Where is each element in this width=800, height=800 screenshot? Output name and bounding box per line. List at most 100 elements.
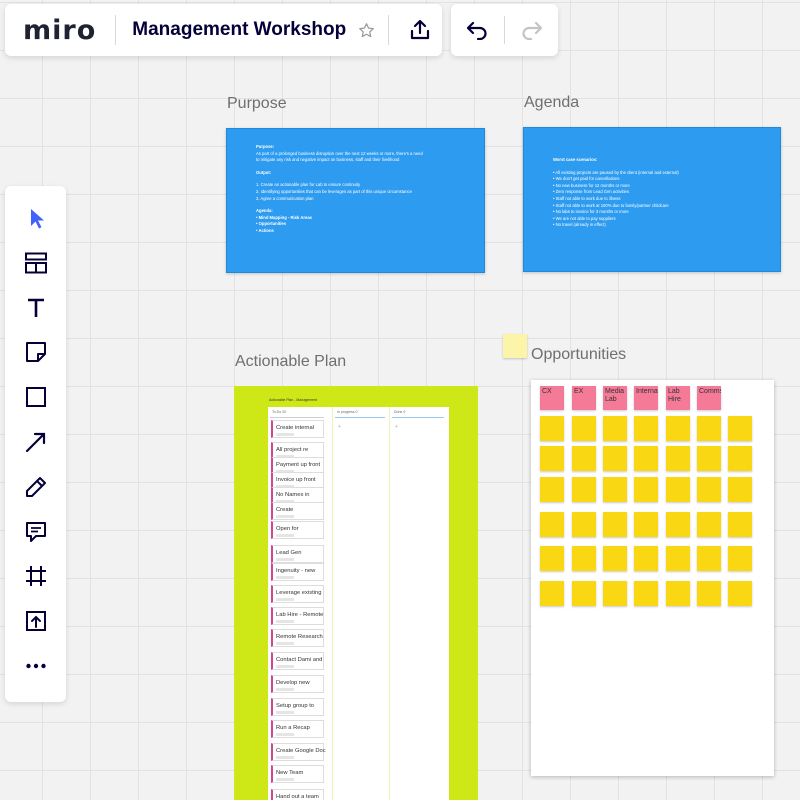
frame-title-actionable-plan[interactable]: Actionable Plan <box>235 353 346 371</box>
sticky-note[interactable] <box>634 446 658 471</box>
kanban-card[interactable]: Setup group to <box>271 698 324 716</box>
category-sticky-note[interactable]: CX <box>540 386 564 410</box>
purpose-card[interactable]: Purpose: As part of a prolonged business … <box>226 128 485 273</box>
category-sticky-note[interactable]: Comms <box>697 386 721 410</box>
sticky-note[interactable] <box>666 416 690 441</box>
card-text-line: • No travel (already in effect) <box>553 222 606 228</box>
sticky-note[interactable] <box>728 446 752 471</box>
sticky-note[interactable] <box>572 546 596 571</box>
arrow-icon[interactable] <box>16 422 56 462</box>
sticky-note[interactable] <box>572 581 596 606</box>
card-text-line: Agenda: <box>256 208 273 214</box>
sticky-note[interactable] <box>603 581 627 606</box>
sticky-note[interactable] <box>603 416 627 441</box>
sticky-note[interactable] <box>697 581 721 606</box>
kanban-card[interactable]: Ingenuity - new <box>271 563 324 581</box>
share-upload-icon[interactable] <box>399 9 441 51</box>
sticky-note[interactable] <box>540 546 564 571</box>
kanban-card[interactable]: Hand out a team <box>271 789 324 800</box>
category-sticky-note[interactable]: Internal <box>634 386 658 410</box>
sticky-note[interactable] <box>572 446 596 471</box>
star-icon[interactable] <box>356 20 376 40</box>
add-card-icon[interactable]: + <box>395 424 398 430</box>
sticky-note[interactable] <box>540 416 564 441</box>
sticky-note[interactable] <box>540 477 564 502</box>
card-text-line: As part of a prolonged business disrupti… <box>256 150 423 156</box>
card-text-line: 2. Identifying opportunities that can be… <box>256 188 412 194</box>
kanban-card[interactable]: New Team <box>271 765 324 783</box>
card-text-line: 1. Create an actionable plan for Lab to … <box>256 182 361 188</box>
sticky-note[interactable] <box>728 416 752 441</box>
sticky-note[interactable] <box>697 546 721 571</box>
templates-icon[interactable] <box>16 243 56 283</box>
sticky-note[interactable] <box>728 477 752 502</box>
comment-icon[interactable] <box>16 512 56 552</box>
add-card-icon[interactable]: + <box>338 424 341 430</box>
sticky-note[interactable] <box>728 512 752 537</box>
category-sticky-note[interactable]: Media Lab <box>603 386 627 410</box>
miro-logo[interactable]: miro <box>23 15 96 46</box>
sticky-note[interactable] <box>603 477 627 502</box>
sticky-note[interactable] <box>603 446 627 471</box>
sticky-note[interactable] <box>572 416 596 441</box>
sticky-note[interactable] <box>540 512 564 537</box>
sticky-note[interactable] <box>728 546 752 571</box>
sticky-note[interactable] <box>503 334 527 358</box>
category-sticky-note[interactable]: EX <box>572 386 596 410</box>
kanban-card[interactable]: Remote Research <box>271 629 324 647</box>
sticky-note[interactable] <box>728 581 752 606</box>
sticky-note[interactable] <box>666 446 690 471</box>
sticky-note[interactable] <box>634 477 658 502</box>
sticky-note[interactable] <box>697 446 721 471</box>
opportunities-frame[interactable]: CX EX Media Lab Internal Lab Hire Comms <box>531 380 774 776</box>
kanban-card[interactable]: Lead Gen <box>271 545 324 563</box>
frame-title-agenda[interactable]: Agenda <box>524 94 579 112</box>
kanban-header-line <box>335 417 385 418</box>
kanban-card[interactable]: Create internal <box>271 420 324 438</box>
kanban-card[interactable]: Run a Recap <box>271 720 324 738</box>
sticky-note[interactable] <box>603 512 627 537</box>
board-title[interactable]: Management Workshop <box>132 19 346 41</box>
sticky-note[interactable] <box>697 477 721 502</box>
sticky-note[interactable] <box>634 546 658 571</box>
shape-icon[interactable] <box>16 377 56 417</box>
frame-title-purpose[interactable]: Purpose <box>227 95 287 113</box>
select-icon[interactable] <box>16 198 56 238</box>
sticky-note[interactable] <box>634 581 658 606</box>
sticky-note-icon[interactable] <box>16 332 56 372</box>
kanban-card[interactable]: Lab Hire - Remote <box>271 607 324 625</box>
card-text-line: • No labs to invoice for 3 months or mor… <box>553 209 629 215</box>
kanban-card-title: New Team <box>276 770 304 776</box>
redo-icon[interactable] <box>514 12 550 48</box>
more-icon[interactable] <box>16 646 56 686</box>
agenda-card[interactable]: Worst case scenarios: • All existing proj… <box>523 127 781 272</box>
upload-icon[interactable] <box>16 601 56 641</box>
frame-icon[interactable] <box>16 556 56 596</box>
sticky-note[interactable] <box>572 512 596 537</box>
sticky-note[interactable] <box>634 512 658 537</box>
kanban-card[interactable]: Open for <box>271 521 324 539</box>
sticky-note[interactable] <box>540 446 564 471</box>
kanban-card[interactable]: Develop new <box>271 675 324 693</box>
kanban-board[interactable]: To Do 20 Create internal All project re Pay… <box>268 407 449 800</box>
text-icon[interactable] <box>16 288 56 328</box>
sticky-note[interactable] <box>634 416 658 441</box>
category-sticky-note[interactable]: Lab Hire <box>666 386 690 410</box>
pen-icon[interactable] <box>16 467 56 507</box>
kanban-card[interactable]: Create <box>271 502 324 520</box>
sticky-note[interactable] <box>666 581 690 606</box>
sticky-note[interactable] <box>666 477 690 502</box>
sticky-note[interactable] <box>666 546 690 571</box>
kanban-card[interactable]: Leverage existing <box>271 585 324 603</box>
sticky-note[interactable] <box>540 581 564 606</box>
sticky-note[interactable] <box>697 512 721 537</box>
kanban-card[interactable]: Contact Dami and <box>271 652 324 670</box>
sticky-note[interactable] <box>603 546 627 571</box>
sticky-note[interactable] <box>572 477 596 502</box>
frame-title-opportunities[interactable]: Opportunities <box>531 346 626 364</box>
undo-icon[interactable] <box>459 12 495 48</box>
sticky-note[interactable] <box>666 512 690 537</box>
sticky-note[interactable] <box>697 416 721 441</box>
kanban-card[interactable]: Create Google Doc <box>271 743 326 761</box>
card-text-line: • Opportunities <box>256 221 287 227</box>
